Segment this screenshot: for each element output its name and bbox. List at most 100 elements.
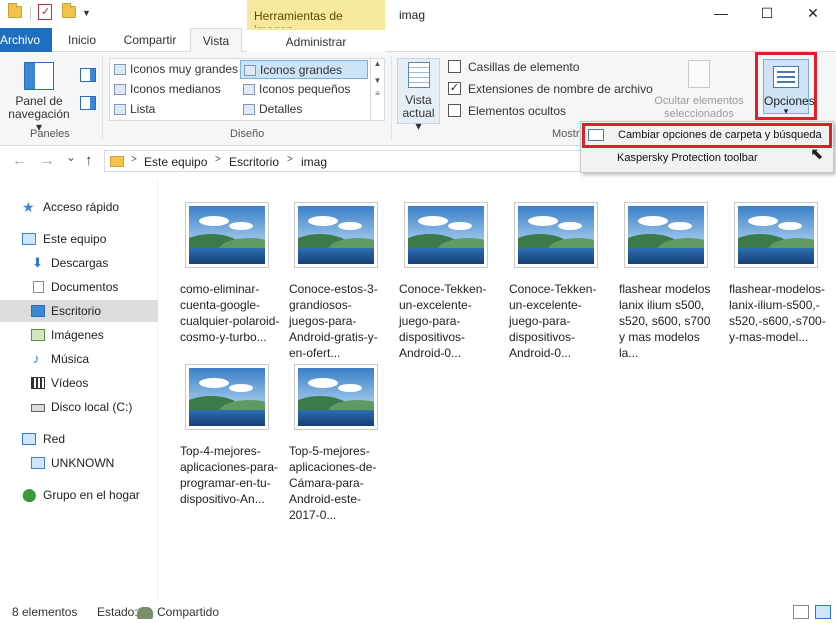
navigation-pane: ★ Acceso rápido Este equipo ⬇ Descargas Do…: [0, 180, 158, 600]
pictures-icon: [31, 329, 45, 341]
forward-button[interactable]: →: [40, 152, 55, 169]
tab-administrar[interactable]: Administrar: [247, 28, 385, 52]
breadcrumb-este-equipo[interactable]: Este equipo: [144, 155, 207, 169]
checkbox[interactable]: [448, 60, 461, 73]
checkbox[interactable]: [448, 104, 461, 117]
sidebar-item-unknown[interactable]: UNKNOWN: [0, 452, 158, 474]
back-button[interactable]: ←: [12, 152, 27, 169]
chevron-right-icon[interactable]: >: [215, 154, 221, 165]
address-bar[interactable]: > Este equipo > Escritorio > imag: [104, 150, 604, 172]
sidebar-item-videos[interactable]: Vídeos: [0, 372, 158, 394]
customize-toolbar-icon[interactable]: ▼: [82, 8, 91, 18]
details-pane-icon[interactable]: [80, 96, 96, 110]
tab-compartir[interactable]: Compartir: [118, 28, 182, 52]
status-value: Compartido: [157, 605, 220, 619]
sidebar-item-pictures[interactable]: Imágenes: [0, 324, 158, 346]
image-thumbnail: [624, 202, 708, 268]
image-thumbnail: [734, 202, 818, 268]
group-label-mostrar: Mostr: [552, 128, 580, 140]
details-view-icon[interactable]: [793, 605, 809, 619]
network-icon: [22, 433, 36, 445]
current-view-button[interactable]: Vista actual ▾: [397, 58, 440, 133]
group-label-paneles: Paneles: [30, 128, 70, 140]
menu-item-kaspersky-toolbar[interactable]: Kaspersky Protection toolbar: [617, 152, 758, 164]
folder-icon[interactable]: [8, 3, 22, 18]
context-tab-picture-tools: Herramientas de imagen: [247, 0, 385, 37]
layout-extra-large-icons[interactable]: Iconos muy grandes: [111, 60, 239, 79]
sidebar-item-local-disk[interactable]: Disco local (C:): [0, 396, 158, 418]
file-name: Top-5-mejores-aplicaciones-de-Cámara-par…: [289, 444, 377, 522]
new-folder-icon[interactable]: [62, 3, 76, 18]
layout-gallery: Iconos muy grandes Iconos grandes Iconos…: [109, 58, 385, 121]
file-name: flashear-modelos-lanix-ilium-s500,-s520,…: [729, 282, 826, 344]
file-name: Conoce-estos-3-grandiosos-juegos-para-An…: [289, 282, 378, 360]
sort-by-icon: [407, 62, 430, 88]
sidebar-item-homegroup[interactable]: ⬤ Grupo en el hogar: [0, 484, 158, 506]
layout-large-icons[interactable]: Iconos grandes: [240, 60, 368, 79]
extra-large-icons-icon: [114, 64, 126, 75]
medium-icons-icon: [114, 84, 126, 95]
layout-list[interactable]: Lista: [111, 100, 239, 119]
chevron-right-icon[interactable]: >: [131, 154, 137, 165]
divider: [30, 6, 31, 20]
item-count: 8 elementos: [12, 605, 78, 619]
hide-selected-items-button[interactable]: Ocultar elementos seleccionados: [648, 60, 750, 121]
tab-archivo[interactable]: Archivo: [0, 28, 52, 52]
details-icon: [243, 104, 255, 115]
navigation-pane-icon: [24, 62, 54, 90]
options-button[interactable]: Opciones ▾: [763, 59, 815, 116]
sidebar-item-quick-access[interactable]: ★ Acceso rápido: [0, 196, 158, 218]
gallery-scrollbar[interactable]: ▲ ▼ ≡: [370, 59, 384, 120]
folder-options-icon: [588, 129, 604, 141]
sidebar-item-network[interactable]: Red: [0, 428, 158, 450]
chevron-right-icon[interactable]: >: [287, 154, 293, 165]
tab-inicio[interactable]: Inicio: [60, 28, 104, 52]
minimize-button[interactable]: —: [698, 2, 744, 24]
video-icon: [31, 377, 45, 389]
status-value-wrap: Compartido: [137, 601, 219, 623]
current-view-label-2: actual ▾: [402, 106, 435, 133]
navigation-pane-button[interactable]: Panel de navegación ▾: [6, 62, 72, 134]
disk-icon: [31, 404, 45, 412]
sidebar-item-documents[interactable]: Documentos: [0, 276, 158, 298]
computer-icon: [31, 457, 45, 469]
properties-icon[interactable]: [38, 4, 52, 20]
download-icon: ⬇: [32, 255, 43, 270]
layout-details[interactable]: Detalles: [240, 100, 368, 119]
checkbox-hidden-items[interactable]: Elementos ocultos: [448, 102, 566, 120]
tab-vista[interactable]: Vista: [190, 28, 242, 53]
checkbox-item-checkboxes[interactable]: Casillas de elemento: [448, 58, 579, 76]
chevron-down-icon: ▾: [783, 106, 789, 116]
options-highlight: Opciones ▾: [755, 52, 817, 120]
menu-item-change-folder-options[interactable]: Cambiar opciones de carpeta y búsqueda: [582, 123, 832, 148]
preview-pane-icon[interactable]: [80, 68, 96, 82]
breadcrumb-imag[interactable]: imag: [301, 155, 327, 169]
sidebar-item-this-pc[interactable]: Este equipo: [0, 228, 158, 250]
layout-medium-icons[interactable]: Iconos medianos: [111, 80, 239, 99]
file-name: flashear modelos lanix ilium s500, s520,…: [619, 282, 711, 360]
close-button[interactable]: ✕: [790, 2, 836, 24]
divider: [102, 56, 103, 140]
large-icons-view-icon[interactable]: [815, 605, 831, 619]
options-dropdown-menu: Cambiar opciones de carpeta y búsqueda K…: [580, 121, 834, 173]
document-icon: [33, 281, 44, 293]
options-icon: [773, 66, 799, 88]
checkbox-checked[interactable]: ✓: [448, 82, 461, 95]
maximize-button[interactable]: ☐: [744, 2, 790, 24]
layout-small-icons[interactable]: Iconos pequeños: [240, 80, 368, 99]
sidebar-item-desktop[interactable]: Escritorio: [0, 300, 158, 322]
checkbox-file-extensions[interactable]: ✓ Extensiones de nombre de archivo: [448, 80, 653, 98]
recent-locations-button[interactable]: ⌄: [66, 150, 76, 164]
divider: [391, 56, 392, 140]
people-icon: [137, 606, 153, 619]
sidebar-item-music[interactable]: ♪ Música: [0, 348, 158, 370]
breadcrumb-escritorio[interactable]: Escritorio: [229, 155, 279, 169]
title-bar: ▼ Herramientas de imagen imag — ☐ ✕: [0, 0, 836, 37]
up-button[interactable]: ↑: [85, 152, 93, 169]
image-thumbnail: [185, 202, 269, 268]
folder-icon: [110, 156, 124, 167]
file-name: como-eliminar-cuenta-google-cualquier-po…: [180, 282, 280, 344]
ribbon-tabs: Archivo Inicio Compartir Vista Administr…: [0, 28, 836, 73]
sidebar-item-downloads[interactable]: ⬇ Descargas: [0, 252, 158, 274]
image-thumbnail: [294, 202, 378, 268]
